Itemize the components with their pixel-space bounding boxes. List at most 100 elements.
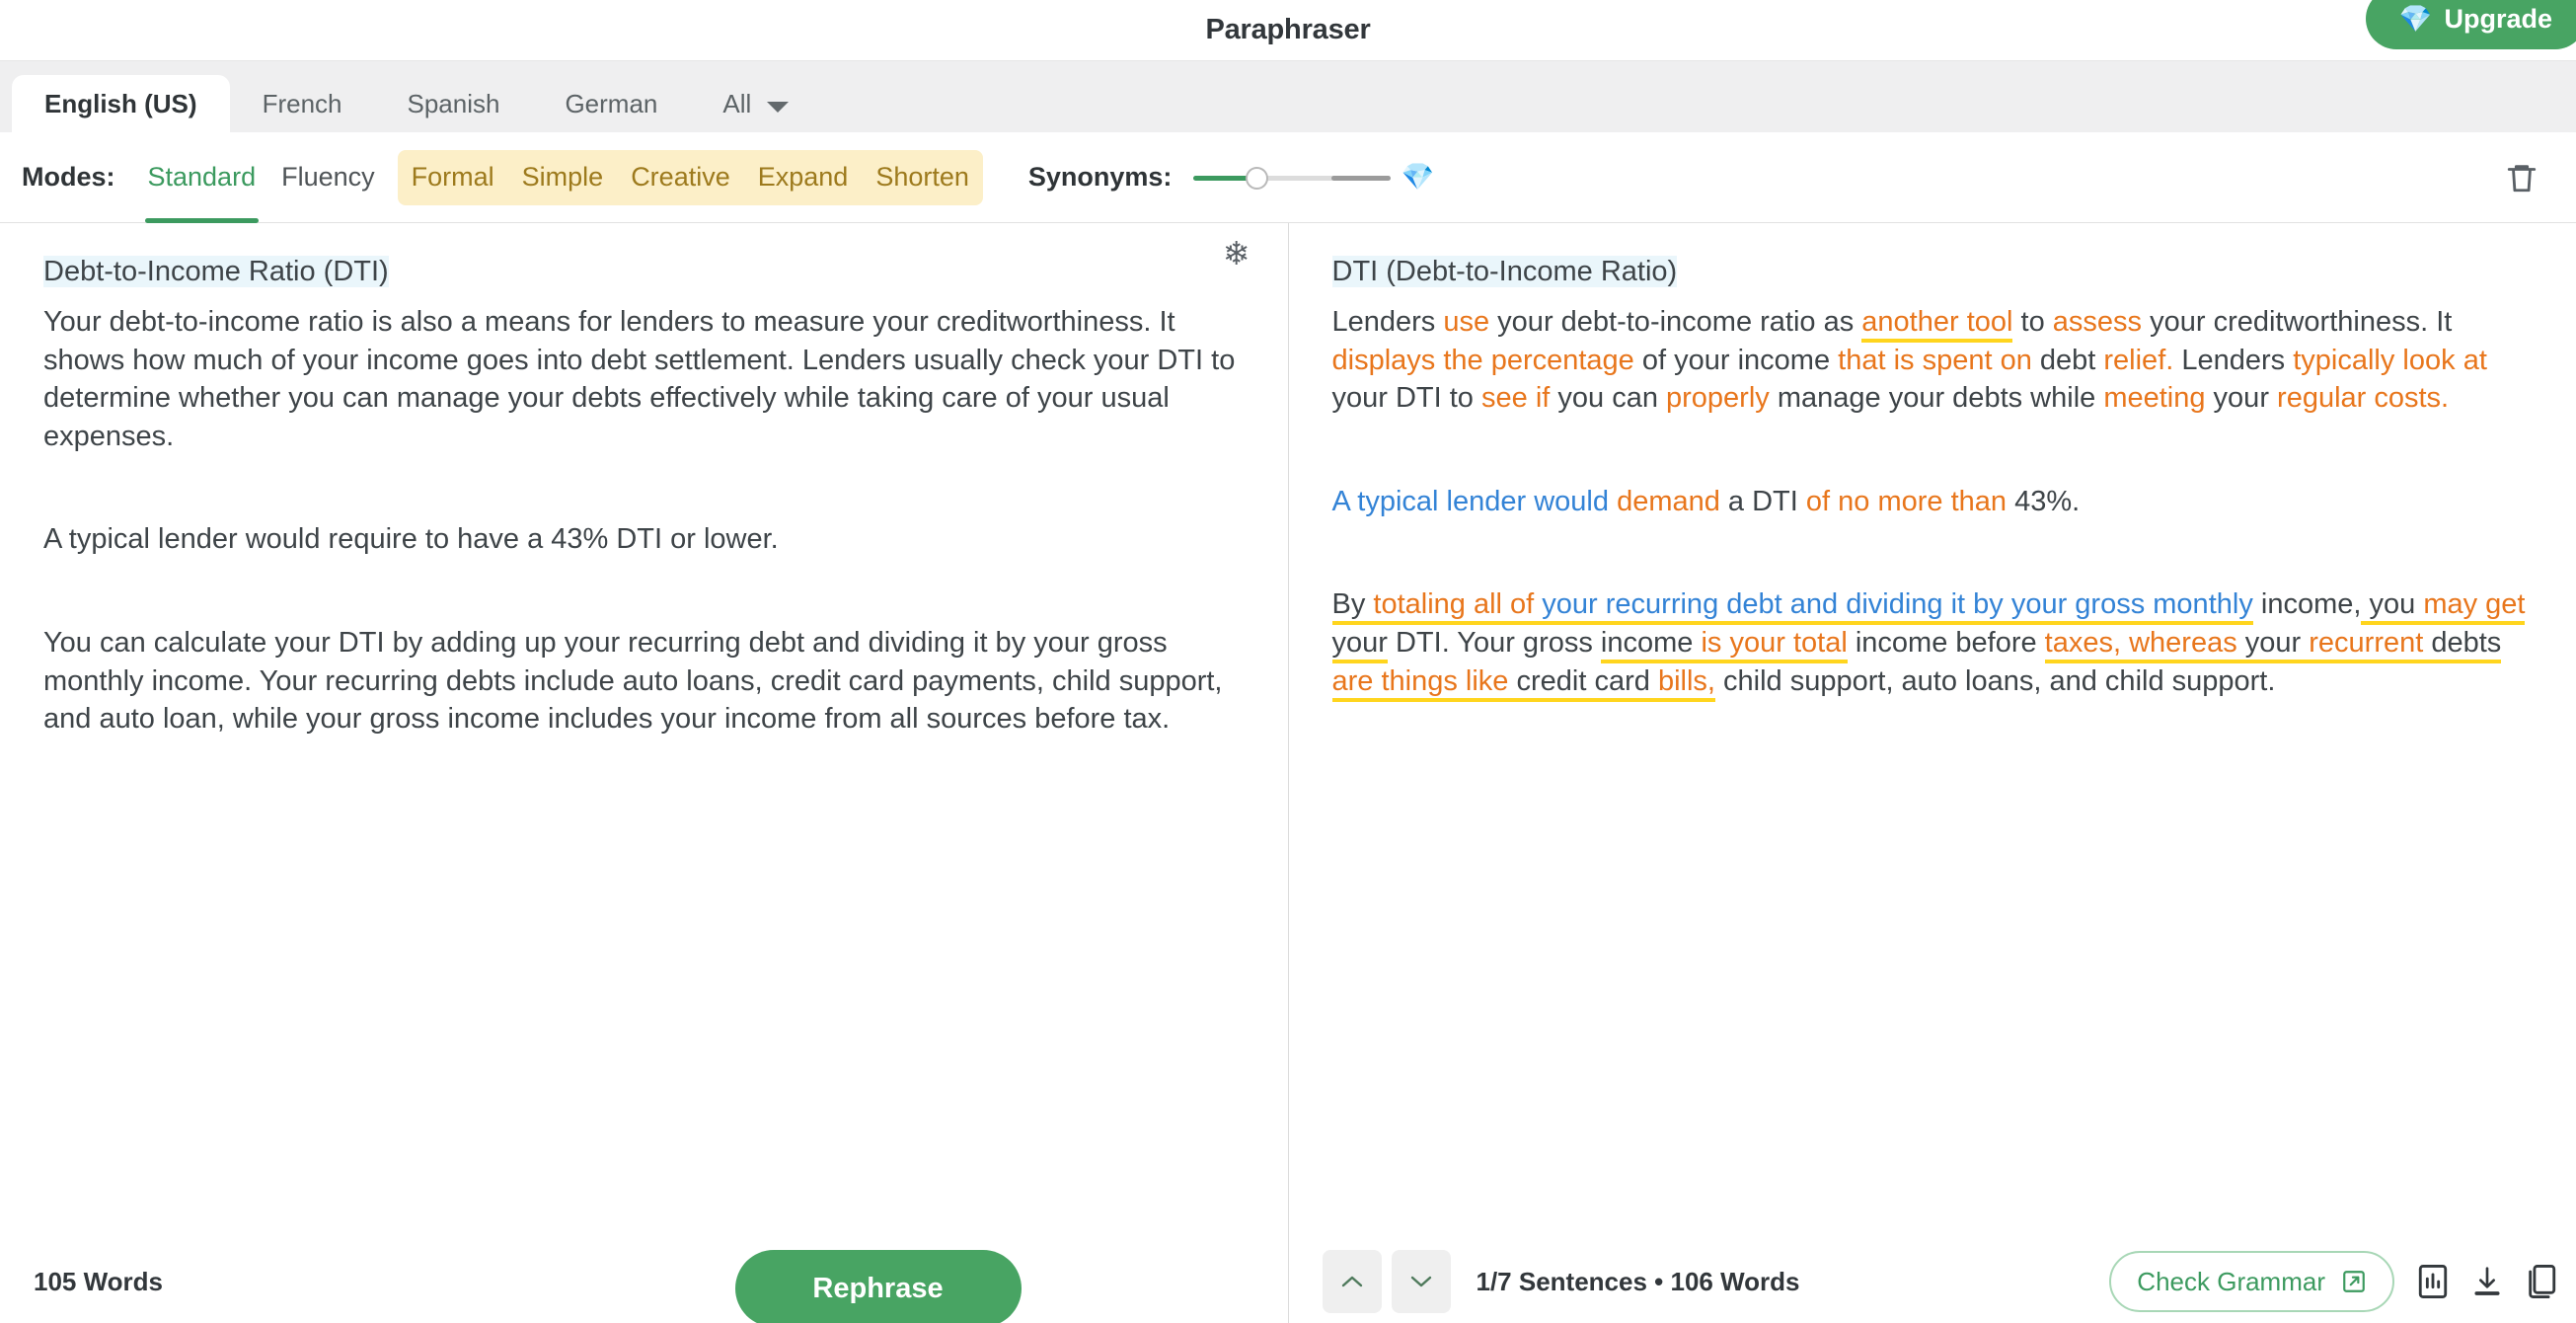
rephrase-label: Rephrase: [812, 1272, 944, 1304]
output-segment: displays the percentage: [1331, 344, 1634, 376]
output-segment: your recurring debt and dividing it by y…: [1534, 588, 2253, 626]
input-textarea[interactable]: ❄ Debt-to-Income Ratio (DTI) Your debt-t…: [0, 223, 1288, 1240]
delete-text-button[interactable]: [2505, 159, 2538, 196]
output-segment: you: [2361, 588, 2424, 626]
mode-label: Simple: [521, 162, 604, 192]
input-footer: 105 Words Rephrase: [0, 1240, 1288, 1323]
output-segment: your: [2236, 626, 2310, 663]
output-segment: another tool: [1861, 306, 2013, 344]
mode-label: Fluency: [281, 162, 375, 192]
gem-icon: 💎: [2398, 3, 2433, 34]
tab-label: Spanish: [407, 88, 500, 118]
mode-label: Shorten: [875, 162, 969, 192]
output-segment: meeting: [2103, 382, 2206, 415]
output-text[interactable]: DTI (Debt-to-Income Ratio) Lenders use y…: [1289, 223, 2576, 1240]
page-title: Paraphraser: [1205, 14, 1371, 45]
synonyms-slider[interactable]: [1193, 164, 1392, 192]
output-segment: child support, auto loans, and child sup…: [1714, 664, 2276, 697]
rephrase-button[interactable]: Rephrase: [734, 1250, 1022, 1323]
mode-simple[interactable]: Simple: [508, 150, 618, 205]
chevron-up-icon: [1341, 1276, 1362, 1287]
modes-list: Standard Fluency Formal Simple Creative …: [135, 132, 983, 223]
mode-label: Creative: [631, 162, 730, 192]
snowflake-icon[interactable]: ❄: [1223, 237, 1250, 270]
input-word-count: 105 Words: [34, 1266, 164, 1296]
trash-icon: [2507, 164, 2537, 192]
check-grammar-button[interactable]: Check Grammar: [2109, 1251, 2394, 1312]
input-pane: ❄ Debt-to-Income Ratio (DTI) Your debt-t…: [0, 223, 1289, 1323]
output-paragraph-1: Lenders use your debt-to-income ratio as…: [1332, 303, 2538, 418]
language-tab-bar: English (US) French Spanish German All: [0, 61, 2576, 132]
output-segment: to: [2012, 306, 2053, 339]
output-segment: your: [2205, 382, 2278, 415]
output-segment: your: [1331, 626, 1388, 663]
output-title: DTI (Debt-to-Income Ratio): [1331, 253, 2538, 291]
output-segment: A typical lender would: [1331, 485, 1618, 517]
chevron-down-icon: [767, 101, 790, 113]
output-segment: properly: [1666, 382, 1770, 415]
output-segment: income: [1600, 626, 1702, 663]
output-segment: Lenders: [1331, 306, 1444, 339]
mode-creative[interactable]: Creative: [617, 150, 744, 205]
next-sentence-button[interactable]: [1391, 1250, 1451, 1313]
mode-formal[interactable]: Formal: [398, 150, 508, 205]
language-tab-english-us[interactable]: English (US): [12, 75, 230, 132]
tab-label: German: [565, 88, 658, 118]
output-segment: of your income: [1633, 344, 1839, 376]
output-segment: totaling all of: [1373, 588, 1535, 626]
output-segment: [1784, 626, 1793, 663]
input-paragraph-2: A typical lender would require to have a…: [43, 523, 779, 556]
input-title: Debt-to-Income Ratio (DTI): [43, 253, 1249, 291]
output-pane: DTI (Debt-to-Income Ratio) Lenders use y…: [1288, 223, 2576, 1323]
output-segment: income,: [2252, 588, 2362, 621]
mode-fluency[interactable]: Fluency: [268, 132, 388, 223]
output-segment: are things like: [1331, 664, 1509, 702]
previous-sentence-button[interactable]: [1322, 1250, 1382, 1313]
stats-button[interactable]: [2416, 1263, 2450, 1300]
output-title-text: DTI (Debt-to-Income Ratio): [1331, 256, 1678, 287]
tab-label: All: [722, 88, 752, 118]
output-segment: demand: [1617, 485, 1720, 517]
input-paragraph-1: Your debt-to-income ratio is also a mean…: [43, 306, 1236, 452]
language-tab-german[interactable]: German: [532, 75, 690, 132]
output-paragraph-3: By totaling all of your recurring debt a…: [1331, 585, 2538, 702]
output-segment: of no more than: [1805, 485, 2008, 517]
output-segment: use: [1443, 306, 1490, 339]
output-segment: regular costs.: [2277, 382, 2450, 415]
mode-label: Expand: [757, 162, 849, 192]
premium-modes-group: Formal Simple Creative Expand Shorten: [397, 149, 983, 205]
download-button[interactable]: [2471, 1263, 2503, 1300]
mode-label: Formal: [411, 162, 494, 192]
editor-area: ❄ Debt-to-Income Ratio (DTI) Your debt-t…: [0, 223, 2576, 1323]
output-segment: is your: [1701, 626, 1785, 663]
mode-standard[interactable]: Standard: [135, 132, 269, 223]
synonyms-control: Synonyms: 💎: [1028, 162, 1434, 193]
output-segment: your creditworthiness. It: [2142, 306, 2453, 339]
output-segment: your DTI to: [1331, 382, 1481, 415]
language-tab-spanish[interactable]: Spanish: [374, 75, 532, 132]
output-segment: typically look at: [2293, 344, 2487, 376]
output-segment: By: [1331, 588, 1374, 626]
mode-shorten[interactable]: Shorten: [862, 150, 983, 205]
external-link-icon: [2343, 1271, 2365, 1292]
download-icon: [2474, 1267, 2500, 1295]
upgrade-button[interactable]: 💎 Upgrade: [2365, 0, 2576, 49]
tab-label: French: [262, 88, 342, 118]
output-segment: total: [1792, 626, 1848, 663]
sentence-nav: [1322, 1250, 1451, 1313]
mode-expand[interactable]: Expand: [744, 150, 863, 205]
output-segment: that is spent on: [1838, 344, 2032, 376]
slider-handle[interactable]: [1246, 166, 1269, 190]
output-segment: income before: [1847, 626, 2045, 659]
input-title-text: Debt-to-Income Ratio (DTI): [43, 256, 389, 287]
output-segment: taxes, whereas: [2044, 626, 2237, 663]
output-segment: manage your debts while: [1769, 382, 2104, 415]
gem-icon: 💎: [1401, 162, 1435, 192]
output-segment: debts: [2423, 626, 2502, 663]
language-tab-all[interactable]: All: [690, 75, 808, 132]
language-tab-french[interactable]: French: [230, 75, 375, 132]
upgrade-label: Upgrade: [2444, 3, 2552, 34]
copy-button[interactable]: [2525, 1263, 2558, 1300]
output-segment: a DTI: [1719, 485, 1806, 517]
input-paragraph-3: You can calculate your DTI by adding up …: [43, 626, 1223, 736]
